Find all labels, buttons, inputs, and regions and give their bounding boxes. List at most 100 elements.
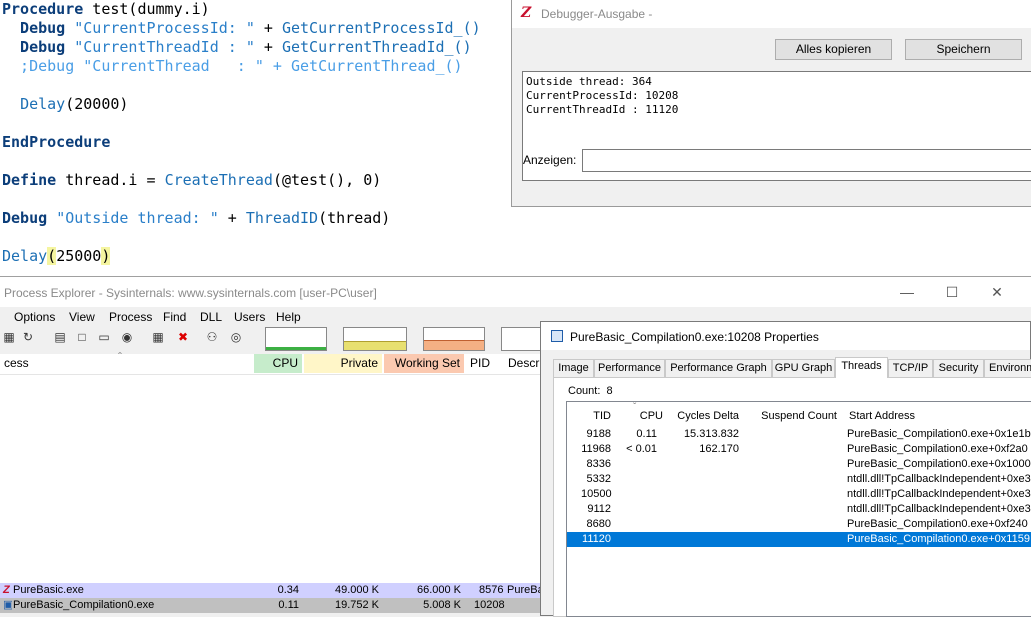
code-line[interactable]: Define thread.i = CreateThread(@test(), …: [2, 171, 381, 190]
column-working-set[interactable]: Working Set: [384, 354, 464, 373]
column-cpu[interactable]: CPU: [254, 354, 302, 373]
minimize-icon[interactable]: —: [897, 282, 917, 302]
menu-options[interactable]: Options: [14, 310, 55, 324]
process-list[interactable]: Z PureBasic.exe 0.34 49.000 K 66.000 K 8…: [0, 375, 545, 613]
process-working-set: 66.000 K: [416, 584, 461, 596]
column-cycles-delta[interactable]: Cycles Delta: [675, 408, 739, 424]
code-token: Procedure: [2, 0, 84, 18]
tab-performance-graph[interactable]: Performance Graph: [665, 359, 772, 377]
refresh-icon[interactable]: ↻: [21, 330, 35, 344]
code-line[interactable]: Delay(25000): [2, 247, 111, 266]
code-token: (thread): [318, 209, 391, 227]
menu-users[interactable]: Users: [234, 310, 265, 324]
find-window-icon[interactable]: ◉: [120, 330, 134, 344]
debug-output-line: CurrentProcessId: 10208: [526, 89, 679, 102]
thread-tid: 11968: [581, 443, 611, 455]
column-start-address[interactable]: Start Address: [849, 408, 929, 424]
cpu-graph[interactable]: [265, 327, 327, 351]
column-pid[interactable]: PID: [466, 354, 502, 373]
code-line[interactable]: Debug "Outside thread: " + ThreadID(thre…: [2, 209, 390, 228]
menu-process[interactable]: Process: [109, 310, 152, 324]
code-line[interactable]: EndProcedure: [2, 133, 110, 152]
save-icon[interactable]: ▦: [2, 330, 16, 344]
count-label: Count:: [568, 385, 601, 397]
thread-cycles: 15.313.832: [683, 428, 739, 440]
debug-output-line: CurrentThreadId : 11120: [526, 103, 679, 116]
thread-tid: 8336: [586, 458, 611, 470]
code-token: GetCurrentProcessId_(): [281, 19, 481, 37]
code-token: +: [254, 38, 282, 56]
process-properties-icon[interactable]: ▦: [151, 330, 165, 344]
table-row[interactable]: Z PureBasic.exe 0.34 49.000 K 66.000 K 8…: [0, 583, 545, 598]
process-name: PureBasic.exe: [13, 584, 84, 596]
code-token: GetCurrentThreadId_(): [281, 38, 472, 56]
display-input[interactable]: [582, 149, 1031, 172]
tab-image[interactable]: Image: [553, 359, 594, 377]
tab-performance[interactable]: Performance: [594, 359, 665, 377]
display-label: Anzeigen:: [523, 153, 577, 167]
thread-start: PureBasic_Compilation0.exe+0x1e1b0: [847, 428, 1031, 440]
table-row[interactable]: 11120 PureBasic_Compilation0.exe+0x1159: [567, 532, 1031, 547]
code-token: Debug: [2, 209, 48, 227]
thread-start: ntdll.dll!TpCallbackIndependent+0xe30: [847, 473, 1031, 485]
thread-start: ntdll.dll!TpCallbackIndependent+0xe30: [847, 488, 1031, 500]
process-pid: 10208: [474, 599, 505, 611]
io-graph[interactable]: [423, 327, 485, 351]
tab-tcpip[interactable]: TCP/IP: [888, 359, 933, 377]
target-icon[interactable]: ◎: [229, 330, 243, 344]
sort-chevron-icon: ˆ: [118, 350, 122, 364]
table-row[interactable]: 9112 ntdll.dll!TpCallbackIndependent+0xe3…: [567, 502, 1031, 517]
find-binoculars-icon[interactable]: ⚇: [205, 330, 219, 344]
thread-cycles: 162.170: [699, 443, 739, 455]
table-row[interactable]: ▣ PureBasic_Compilation0.exe 0.11 19.752…: [0, 598, 545, 613]
column-suspend-count[interactable]: Suspend Count: [759, 408, 837, 424]
thread-tid: 9112: [587, 503, 611, 515]
menu-view[interactable]: View: [69, 310, 95, 324]
code-line[interactable]: Debug "CurrentProcessId: " + GetCurrentP…: [2, 19, 481, 38]
code-token: Debug: [2, 19, 66, 37]
code-line[interactable]: ;Debug "CurrentThread : " + GetCurrentTh…: [2, 57, 463, 76]
properties-icon[interactable]: □: [75, 330, 89, 344]
tab-environment[interactable]: Environm: [984, 359, 1031, 377]
menu-find[interactable]: Find: [163, 310, 186, 324]
code-line[interactable]: Debug "CurrentThreadId : " + GetCurrentT…: [2, 38, 472, 57]
tab-security[interactable]: Security: [933, 359, 984, 377]
code-line[interactable]: Procedure test(dummy.i): [2, 0, 210, 19]
table-row[interactable]: 8680 PureBasic_Compilation0.exe+0xf240: [567, 517, 1031, 532]
save-button[interactable]: Speichern: [905, 39, 1022, 60]
thread-start: PureBasic_Compilation0.exe+0x1159: [847, 533, 1030, 545]
code-line[interactable]: Delay(20000): [2, 95, 128, 114]
menu-dll[interactable]: DLL: [200, 310, 222, 324]
column-private-bytes[interactable]: Private Bytes: [304, 354, 382, 389]
commit-graph[interactable]: [343, 327, 407, 351]
system-info-icon[interactable]: ▤: [53, 330, 67, 344]
code-token: (@test(), 0): [272, 171, 382, 189]
column-description[interactable]: Descri: [504, 354, 545, 373]
maximize-icon[interactable]: ☐: [942, 282, 962, 302]
thread-cpu: < 0.01: [626, 443, 657, 455]
thread-start: PureBasic_Compilation0.exe+0xf240: [847, 518, 1028, 530]
window-icon[interactable]: ▭: [97, 330, 111, 344]
copy-all-button[interactable]: Alles kopieren: [775, 39, 892, 60]
column-tid[interactable]: TID: [581, 408, 611, 424]
process-properties-dialog: PureBasic_Compilation0.exe:10208 Propert…: [540, 321, 1031, 617]
thread-start: PureBasic_Compilation0.exe+0x1000: [847, 458, 1031, 470]
tab-threads[interactable]: Threads: [835, 357, 888, 378]
table-row[interactable]: 10500 ntdll.dll!TpCallbackIndependent+0xe…: [567, 487, 1031, 502]
tab-gpu-graph[interactable]: GPU Graph: [772, 359, 835, 377]
code-token: CreateThread: [164, 171, 273, 189]
close-icon[interactable]: ✕: [987, 282, 1007, 302]
table-row[interactable]: 11968 < 0.01 162.170 PureBasic_Compilation0…: [567, 442, 1031, 457]
table-row[interactable]: 5332 ntdll.dll!TpCallbackIndependent+0xe3…: [567, 472, 1031, 487]
table-row[interactable]: 9188 0.11 15.313.832 PureBasic_Compilation0…: [567, 427, 1031, 442]
process-working-set: 5.008 K: [423, 599, 461, 611]
gpu-graph[interactable]: [501, 327, 541, 351]
debugger-title-bar: Z Debugger-Ausgabe -: [512, 0, 1031, 28]
kill-process-icon[interactable]: ✖: [176, 330, 190, 344]
menu-help[interactable]: Help: [276, 310, 301, 324]
table-row[interactable]: 8336 PureBasic_Compilation0.exe+0x1000: [567, 457, 1031, 472]
process-description: PureBa: [507, 584, 544, 596]
debugger-output-window: Z Debugger-Ausgabe - Alles kopieren Spei…: [511, 0, 1031, 207]
code-token: ;Debug "CurrentThread : " + GetCurrentTh…: [2, 57, 463, 75]
threads-list[interactable]: TID CPU ˇ Cycles Delta Suspend Count Sta…: [566, 401, 1031, 617]
